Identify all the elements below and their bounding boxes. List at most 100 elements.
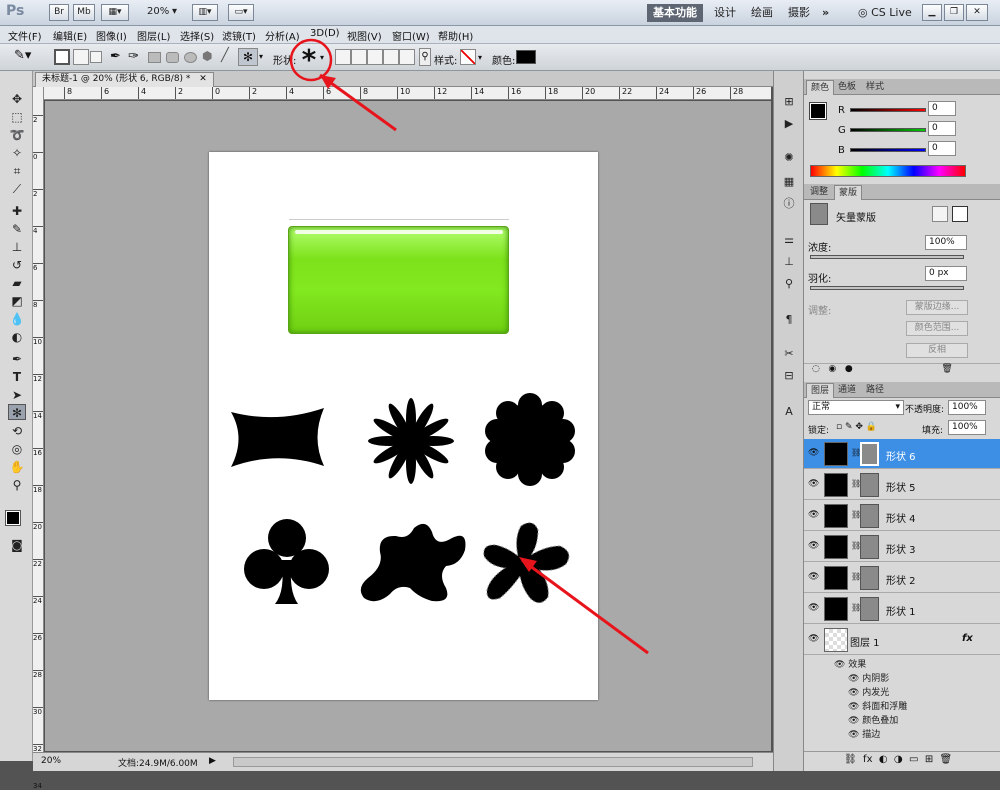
tab-paths[interactable]: 路径 — [862, 383, 888, 398]
blend-mode-select[interactable]: 正常 ▾ — [808, 400, 904, 415]
layer-thumbnail — [824, 566, 848, 590]
tab-masks[interactable]: 蒙版 — [834, 185, 863, 200]
channel-r-input[interactable]: 0 — [928, 101, 956, 116]
layers-list: 👁 ⛓ 形状 6 👁 ⛓ 形状 5 👁 ⛓ 形状 4 👁 ⛓ 形状 3 👁 ⛓ … — [804, 439, 1000, 749]
channel-g-input[interactable]: 0 — [928, 121, 956, 136]
channel-g-slider[interactable] — [850, 128, 926, 132]
density-slider[interactable] — [810, 255, 964, 259]
eye-icon[interactable]: 👁 — [808, 604, 819, 613]
layer-row[interactable]: 👁 ⛓ 形状 5 — [804, 470, 1000, 500]
status-doc-info[interactable]: 文档:24.9M/6.00M — [118, 756, 198, 769]
mask-panel-tabs: 调整 蒙版 — [804, 184, 1000, 200]
layer-row[interactable]: 👁 ⛓ 形状 2 — [804, 563, 1000, 593]
vector-mask-thumbnail — [810, 203, 828, 225]
density-input[interactable]: 100% — [925, 235, 967, 250]
channel-b-label: B — [838, 145, 845, 156]
brushes-panel-icon[interactable]: ⚌ — [781, 233, 797, 247]
eye-icon[interactable]: 👁 — [808, 511, 819, 520]
pixel-mask-button[interactable] — [932, 206, 948, 222]
mask-thumbnail — [860, 473, 879, 497]
layer-name[interactable]: 形状 6 — [886, 448, 916, 463]
tab-swatches[interactable]: 色板 — [834, 80, 860, 95]
effects-header[interactable]: 👁 效果 — [834, 657, 866, 670]
flower-shape[interactable] — [368, 398, 454, 484]
mask-edge-button[interactable]: 蒙版边缘... — [906, 300, 968, 315]
effect-item[interactable]: 👁 颜色叠加 — [848, 713, 898, 726]
channel-r-label: R — [838, 105, 845, 116]
eye-icon[interactable]: 👁 — [808, 542, 819, 551]
layer-row[interactable]: 👁 ⛓ 形状 4 — [804, 501, 1000, 531]
navigator-panel-icon[interactable]: ▦ — [781, 175, 797, 189]
channel-r-slider[interactable] — [850, 108, 926, 112]
effects-label: 效果 — [848, 660, 867, 670]
tab-channels[interactable]: 通道 — [834, 383, 860, 398]
layer-thumbnail — [824, 597, 848, 621]
layer-row[interactable]: 👁 ⛓ 形状 1 — [804, 594, 1000, 624]
3d-panel-icon[interactable]: ✺ — [781, 151, 797, 165]
eye-icon: 👁 — [834, 660, 849, 670]
channel-b-slider[interactable] — [850, 148, 926, 152]
layer-name[interactable]: 形状 5 — [886, 479, 916, 494]
channel-b-input[interactable]: 0 — [928, 141, 956, 156]
layer-row[interactable]: 👁 ⛓ 形状 3 — [804, 532, 1000, 562]
mask-thumbnail — [860, 442, 879, 466]
layer-name[interactable]: 形状 2 — [886, 572, 916, 587]
layer-name[interactable]: 形状 1 — [886, 603, 916, 618]
eye-icon[interactable]: 👁 — [808, 449, 819, 458]
eye-icon: 👁 — [848, 716, 863, 726]
effect-item[interactable]: 👁 内阴影 — [848, 671, 889, 684]
banner-shape[interactable] — [231, 408, 324, 467]
tool-presets-icon[interactable]: ⚲ — [781, 277, 797, 291]
invert-button[interactable]: 反相 — [906, 343, 968, 358]
eye-icon: 👁 — [848, 730, 863, 740]
layer-thumbnail — [824, 628, 848, 652]
effect-item[interactable]: 👁 斜面和浮雕 — [848, 699, 907, 712]
fill-input[interactable]: 100% — [948, 420, 986, 435]
effect-item[interactable]: 👁 内发光 — [848, 685, 889, 698]
eye-icon: 👁 — [848, 674, 863, 684]
layer-name[interactable]: 形状 3 — [886, 541, 916, 556]
fx-icon[interactable]: fx — [962, 633, 973, 644]
layer-name[interactable]: 图层 1 — [850, 634, 880, 649]
animation-panel-icon[interactable]: ✂ — [781, 347, 797, 361]
splat-shape[interactable] — [360, 523, 466, 602]
club-shape[interactable] — [244, 519, 329, 604]
info-panel-icon[interactable]: ⓘ — [781, 197, 797, 211]
status-arrow-icon[interactable]: ▶ — [209, 756, 216, 766]
layer-name[interactable]: 形状 4 — [886, 510, 916, 525]
feather-slider[interactable] — [810, 286, 964, 290]
ruler-tick-label: 34 — [33, 781, 43, 790]
tab-adjustments[interactable]: 调整 — [806, 185, 832, 200]
eye-icon[interactable]: 👁 — [808, 480, 819, 489]
status-zoom[interactable]: 20% — [41, 756, 61, 766]
effect-item[interactable]: 👁 描边 — [848, 727, 880, 740]
lock-icons[interactable]: ▫ ✎ ✥ 🔒 — [836, 422, 877, 432]
opacity-input[interactable]: 100% — [948, 400, 986, 415]
layer-row[interactable]: 👁 ⛓ 形状 6 — [804, 439, 1000, 469]
density-label: 浓度: — [808, 243, 832, 254]
tab-layers[interactable]: 图层 — [806, 383, 835, 398]
tab-styles[interactable]: 样式 — [862, 80, 888, 95]
actions-panel-icon[interactable]: ▶ — [781, 117, 797, 131]
eye-icon[interactable]: 👁 — [808, 635, 819, 644]
fg-color-chip[interactable] — [809, 102, 827, 120]
effect-name: 内发光 — [862, 688, 890, 698]
character-panel-icon[interactable]: A — [781, 405, 797, 419]
measurement-panel-icon[interactable]: ⊟ — [781, 369, 797, 383]
history-panel-icon[interactable]: ⊞ — [781, 95, 797, 109]
layers-panel-tabs: 图层 通道 路径 — [804, 382, 1000, 398]
color-spectrum-bar[interactable] — [810, 165, 966, 177]
clone-source-icon[interactable]: ⊥ — [781, 255, 797, 269]
horizontal-scrollbar[interactable] — [233, 757, 753, 767]
paragraph-panel-icon[interactable]: ¶ — [781, 313, 797, 327]
tab-color[interactable]: 颜色 — [806, 80, 835, 95]
eye-icon[interactable]: 👁 — [808, 573, 819, 582]
eye-icon: 👁 — [848, 688, 863, 698]
scalloped-circle-shape[interactable] — [485, 393, 575, 486]
feather-input[interactable]: 0 px — [925, 266, 967, 281]
layer-row[interactable]: 👁 图层 1 fx — [804, 625, 1000, 655]
vector-mask-button[interactable] — [952, 206, 968, 222]
lock-label: 锁定: — [808, 426, 830, 436]
annotation-arrow-bottom — [521, 558, 649, 655]
color-range-button[interactable]: 颜色范围... — [906, 321, 968, 336]
